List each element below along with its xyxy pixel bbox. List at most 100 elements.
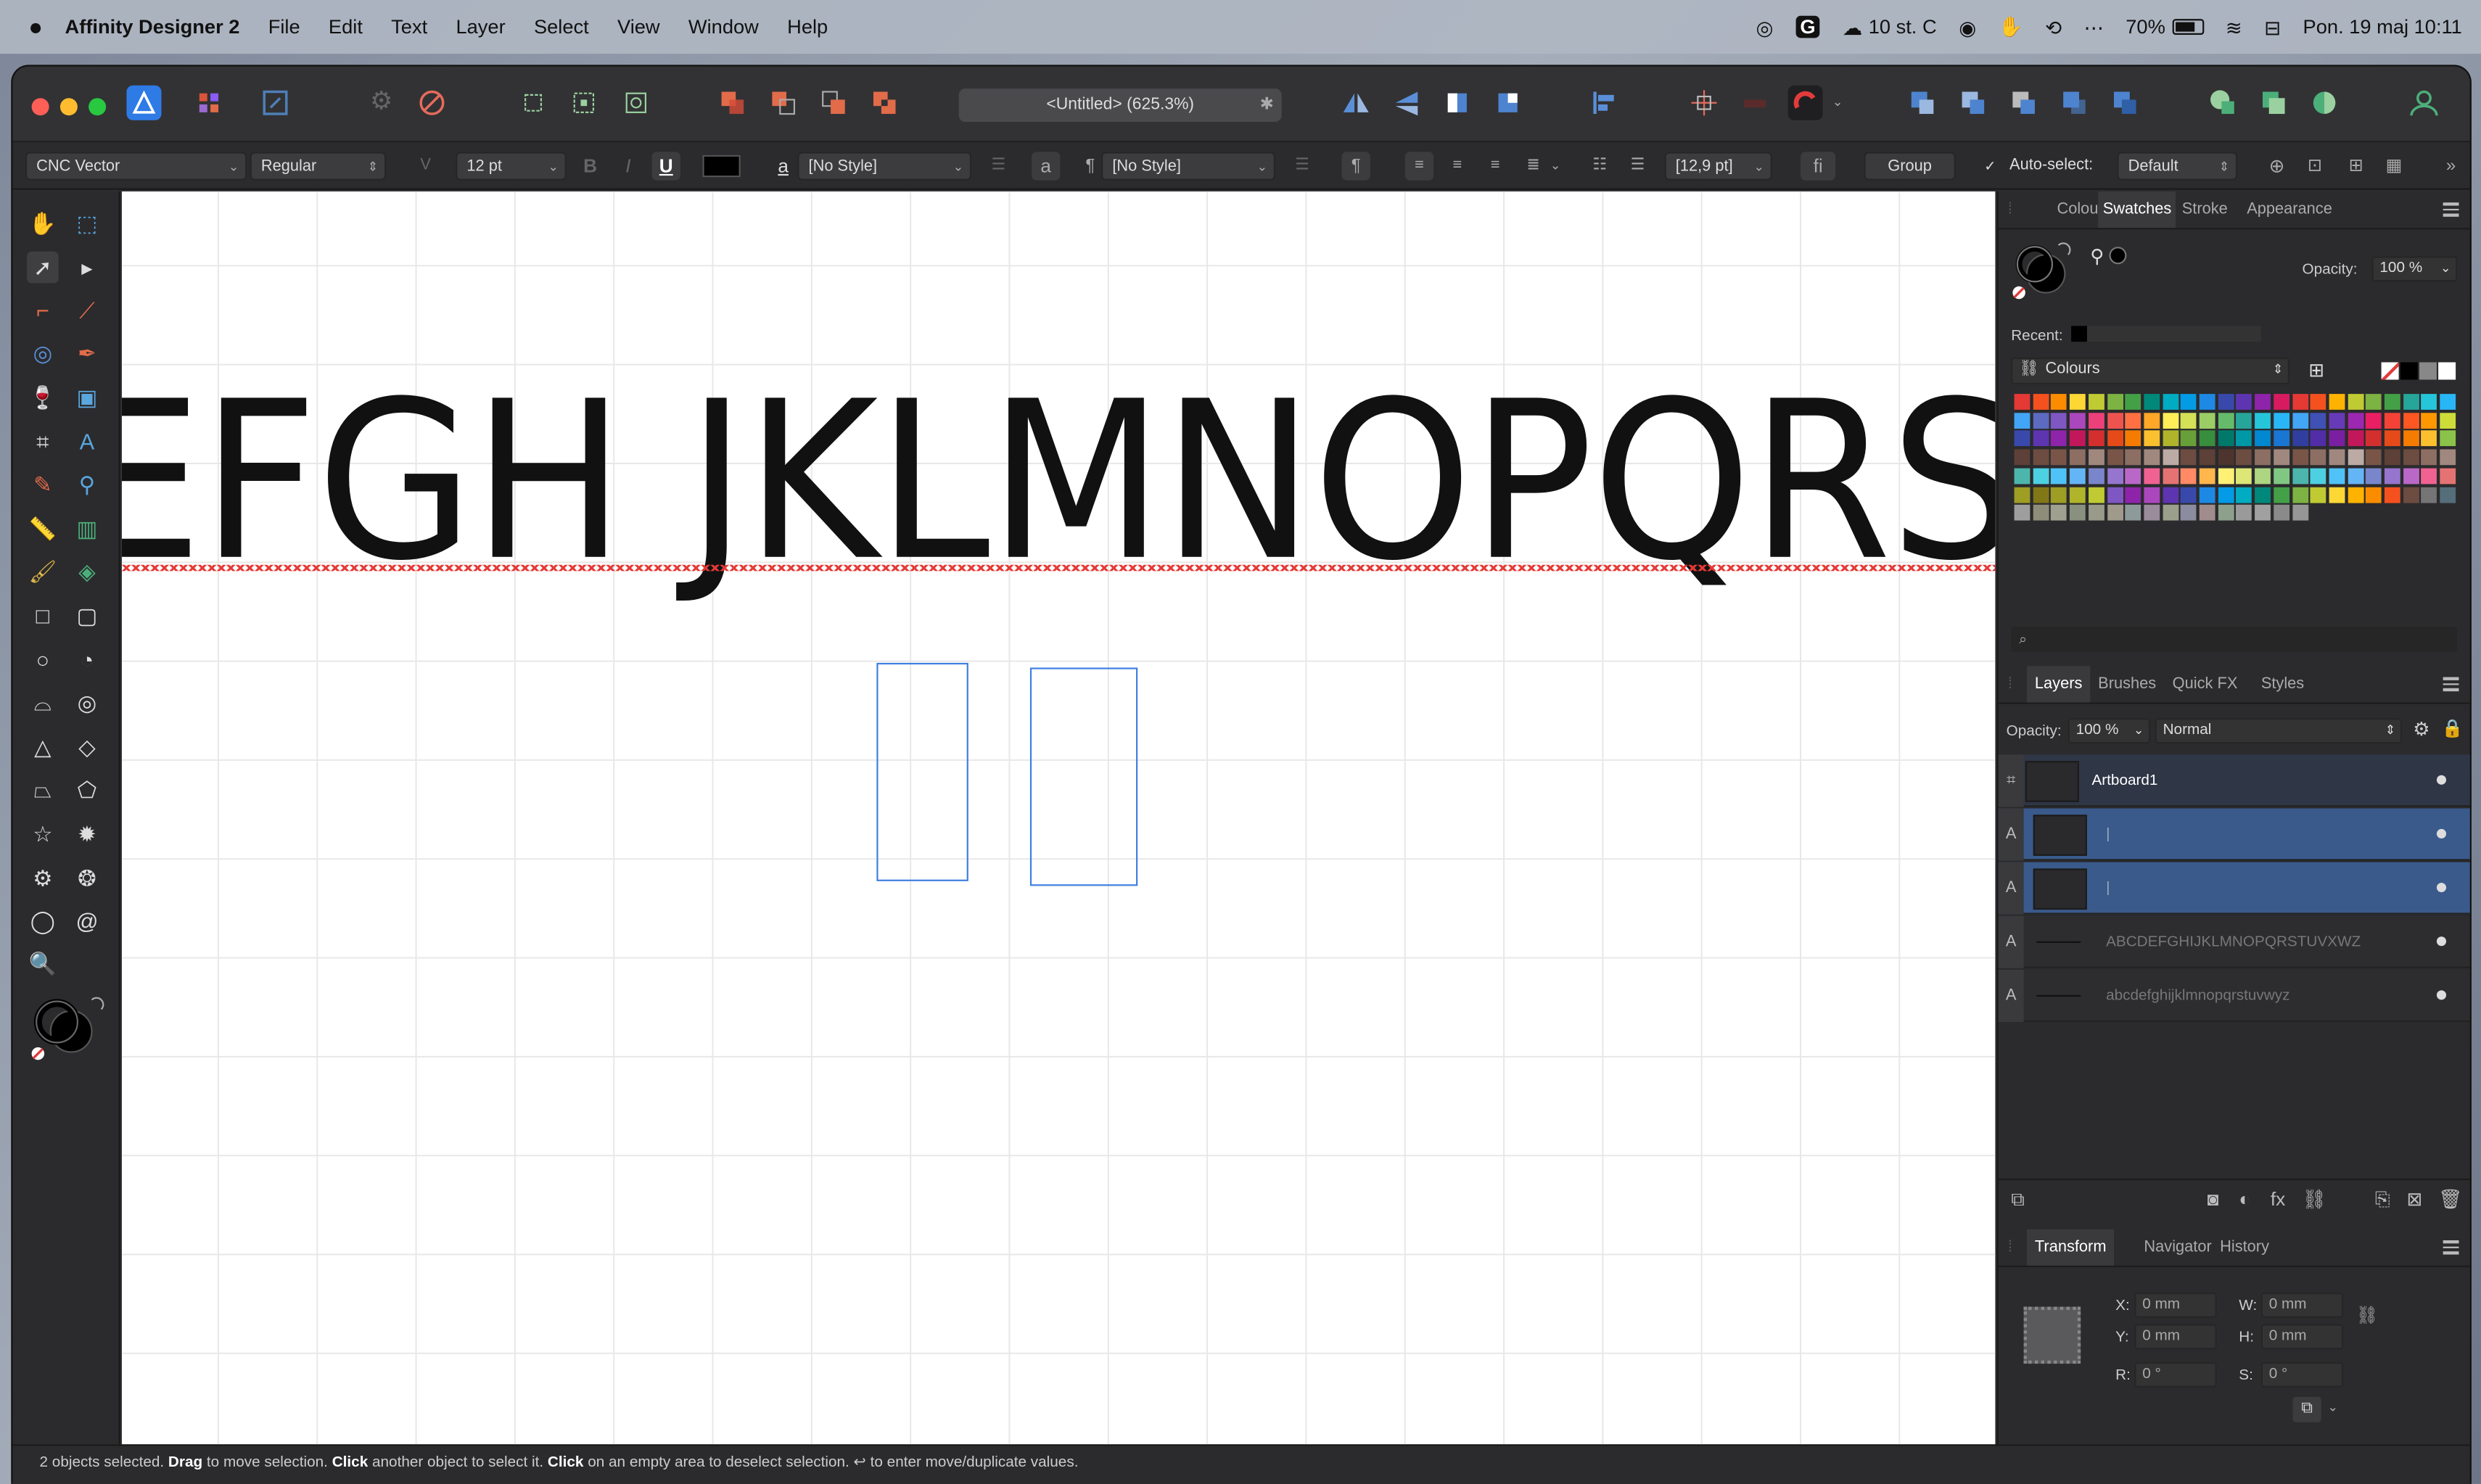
colour-swatch[interactable] bbox=[2088, 486, 2104, 503]
tab-stroke[interactable]: Stroke bbox=[2182, 201, 2228, 218]
colour-swatch[interactable] bbox=[2088, 431, 2104, 447]
font-family-field[interactable]: CNC Vector ⌄ bbox=[25, 152, 247, 181]
menu-layer[interactable]: Layer bbox=[456, 16, 505, 38]
menu-select[interactable]: Select bbox=[534, 16, 589, 38]
colour-swatch[interactable] bbox=[2255, 394, 2271, 410]
paragraph-style-field[interactable]: [No Style] ⌄ bbox=[1101, 152, 1275, 181]
colour-swatch[interactable] bbox=[2014, 468, 2031, 484]
flip-horizontal-icon[interactable] bbox=[1338, 86, 1373, 120]
colour-swatch[interactable] bbox=[2033, 505, 2049, 521]
colour-swatch[interactable] bbox=[2125, 449, 2141, 466]
artistic-text-icon[interactable]: A bbox=[71, 426, 103, 458]
layer-row[interactable]: A | bbox=[1998, 808, 2470, 861]
document-title[interactable]: <Untitled> (625.3%) ✱ bbox=[958, 88, 1282, 122]
colour-swatch[interactable] bbox=[2421, 394, 2437, 410]
grey-swatch[interactable] bbox=[2419, 362, 2437, 380]
colour-swatch[interactable] bbox=[2347, 486, 2363, 503]
flip-vertical-icon[interactable] bbox=[1389, 86, 1424, 120]
insert-behind-icon[interactable] bbox=[2256, 86, 2291, 120]
colour-swatch[interactable] bbox=[2255, 505, 2271, 521]
x-field[interactable]: 0 mm bbox=[2134, 1292, 2217, 1318]
arrange-back-icon[interactable] bbox=[2057, 86, 2091, 120]
datetime[interactable]: Pon. 19 maj 10:11 bbox=[2303, 16, 2462, 38]
snapping-magnet-icon[interactable] bbox=[1787, 85, 1823, 120]
colour-swatch[interactable] bbox=[2125, 486, 2141, 503]
boolean-subtract-icon[interactable] bbox=[766, 86, 801, 120]
colour-swatch[interactable] bbox=[2125, 412, 2141, 429]
selected-text-frame[interactable] bbox=[876, 662, 968, 881]
more-chevron-icon[interactable]: » bbox=[2437, 152, 2465, 180]
colour-swatch[interactable] bbox=[2292, 431, 2308, 447]
colour-swatch[interactable] bbox=[2310, 468, 2326, 484]
colour-swatch[interactable] bbox=[2329, 394, 2345, 410]
visibility-dot[interactable] bbox=[2436, 936, 2447, 947]
move-tool-icon[interactable]: ➚ bbox=[27, 251, 59, 284]
cog-tool-icon[interactable]: ⚙ bbox=[27, 862, 59, 894]
link-icon[interactable]: ⛓ bbox=[2356, 1305, 2378, 1326]
colour-opacity-field[interactable]: 100 % ⌄ bbox=[2371, 256, 2458, 282]
colour-swatch[interactable] bbox=[2051, 412, 2068, 429]
tab-transform[interactable]: Transform bbox=[2027, 1229, 2115, 1266]
auto-select-field[interactable]: Default ⇕ bbox=[2117, 152, 2238, 181]
colour-swatch[interactable] bbox=[2292, 449, 2308, 466]
colour-swatch[interactable] bbox=[2051, 468, 2068, 484]
burst-tool-icon[interactable]: ✹ bbox=[71, 818, 103, 850]
crop-tool-icon[interactable]: ⌗ bbox=[27, 426, 59, 458]
colour-swatch[interactable] bbox=[2181, 394, 2197, 410]
group-layer-icon[interactable]: ⊠ bbox=[2406, 1188, 2422, 1211]
pixel-persona-icon[interactable] bbox=[192, 86, 226, 120]
zoom-tool-icon[interactable]: 🔍 bbox=[27, 947, 59, 979]
anchor-selector[interactable] bbox=[2023, 1306, 2081, 1364]
colour-swatch[interactable] bbox=[2347, 412, 2363, 429]
place-image-icon[interactable]: ▣ bbox=[71, 382, 103, 413]
white-swatch[interactable] bbox=[2438, 362, 2456, 380]
insert-inside-icon[interactable] bbox=[2205, 86, 2240, 120]
colour-swatch[interactable] bbox=[2014, 394, 2031, 410]
canvas[interactable]: EFGH JKLMNOPQRSTUVXWZ bbox=[121, 191, 1996, 1445]
weather-icon[interactable]: ☁ bbox=[1843, 15, 1862, 39]
colour-swatch[interactable] bbox=[2403, 468, 2419, 484]
dots-icon[interactable]: ⋯ bbox=[2083, 15, 2103, 39]
colour-swatch[interactable] bbox=[2440, 468, 2456, 484]
colour-swatch[interactable] bbox=[2218, 468, 2234, 484]
boolean-intersect-icon[interactable] bbox=[816, 86, 851, 120]
rectangle-tool-icon[interactable]: □ bbox=[27, 600, 59, 632]
colour-swatch[interactable] bbox=[2070, 505, 2086, 521]
bounding-box-icon[interactable]: ⊡ bbox=[2300, 152, 2329, 180]
colour-swatch[interactable] bbox=[2292, 468, 2308, 484]
s-field[interactable]: 0 ° bbox=[2260, 1361, 2344, 1388]
colour-swatch[interactable] bbox=[2421, 486, 2437, 503]
colour-swatch[interactable] bbox=[2051, 486, 2068, 503]
colour-swatch[interactable] bbox=[2310, 431, 2326, 447]
text-colour-swatch[interactable] bbox=[702, 154, 741, 178]
align-menu-icon[interactable] bbox=[1587, 86, 1622, 120]
colour-swatch[interactable] bbox=[2329, 412, 2345, 429]
colour-swatch[interactable] bbox=[2162, 486, 2178, 503]
menu-edit[interactable]: Edit bbox=[329, 16, 363, 38]
group-button[interactable]: Group bbox=[1864, 152, 1956, 181]
colour-swatch[interactable] bbox=[2144, 412, 2160, 429]
w-field[interactable]: 0 mm bbox=[2260, 1292, 2344, 1318]
contour-tool-icon[interactable]: ◎ bbox=[27, 337, 59, 369]
panel-menu-icon[interactable] bbox=[2443, 1237, 2459, 1257]
colour-swatch[interactable] bbox=[2051, 431, 2068, 447]
colour-swatch[interactable] bbox=[2273, 394, 2289, 410]
colour-swatch[interactable] bbox=[2014, 449, 2031, 466]
colour-swatch[interactable] bbox=[2070, 394, 2086, 410]
view-tool-icon[interactable]: ⬚ bbox=[71, 207, 103, 239]
colour-swatch[interactable] bbox=[2347, 468, 2363, 484]
colour-swatch[interactable] bbox=[2070, 449, 2086, 466]
ligatures-button[interactable]: fi bbox=[1801, 152, 1836, 181]
layer-row[interactable]: Aabcdefghijklmnopqrstuvwyz bbox=[1998, 970, 2470, 1023]
menu-app-name[interactable]: Affinity Designer 2 bbox=[65, 16, 240, 38]
colour-swatch[interactable] bbox=[2440, 394, 2456, 410]
colour-swatch[interactable] bbox=[2218, 486, 2234, 503]
colour-swatch[interactable] bbox=[2070, 412, 2086, 429]
colour-swatch[interactable] bbox=[2347, 449, 2363, 466]
colour-swatch[interactable] bbox=[2384, 449, 2400, 466]
colour-swatch[interactable] bbox=[2051, 394, 2068, 410]
menu-file[interactable]: File bbox=[268, 16, 300, 38]
zoom-window-button[interactable] bbox=[89, 98, 107, 116]
arrange-forward-icon[interactable] bbox=[1956, 86, 1991, 120]
palette-options-icon[interactable]: ⊞ bbox=[2308, 359, 2324, 382]
